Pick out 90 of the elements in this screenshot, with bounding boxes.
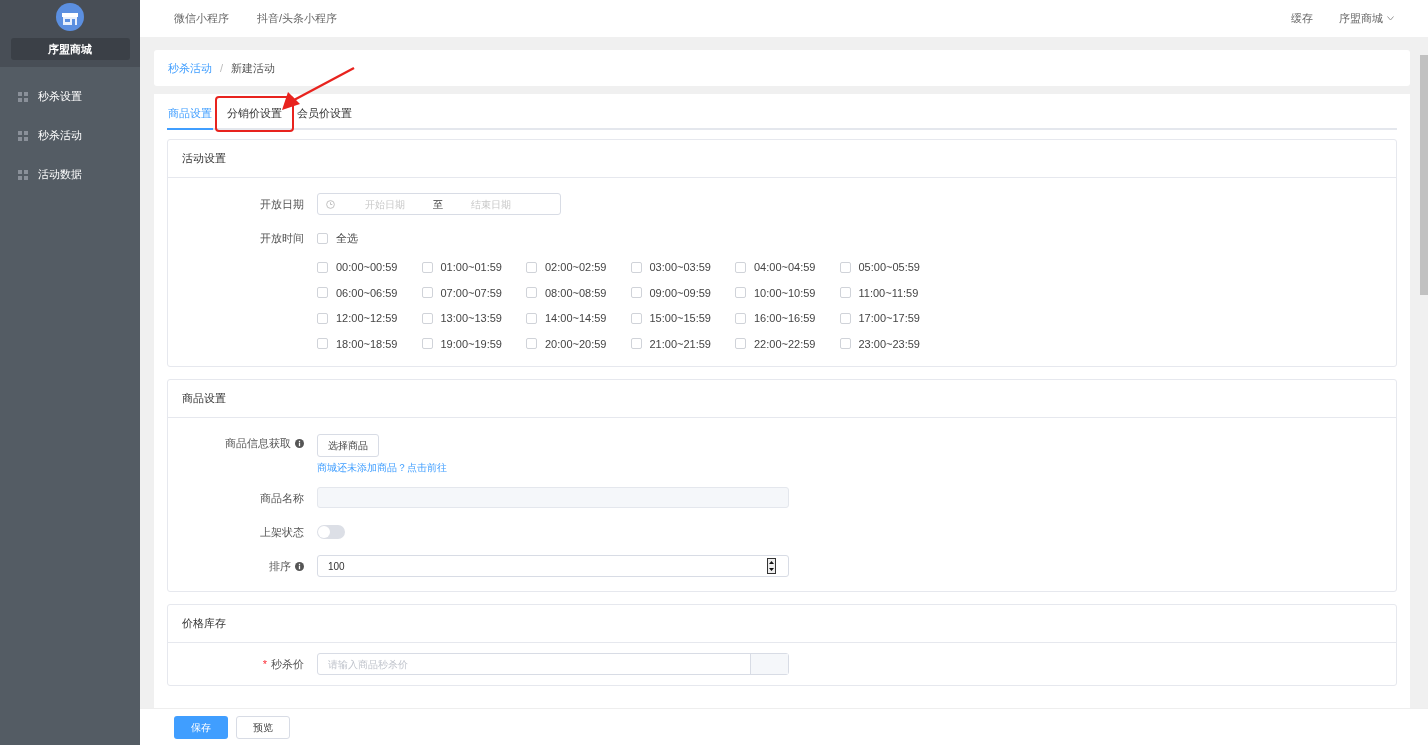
sort-value: 100 [328, 559, 345, 574]
checkbox[interactable] [526, 312, 537, 324]
sidebar-item[interactable]: 活动数据 [0, 155, 140, 194]
cache-link[interactable]: 缓存 [1291, 10, 1313, 27]
field-label: 商品名称 [260, 490, 304, 506]
checkbox[interactable] [317, 232, 328, 244]
checkbox[interactable] [317, 312, 328, 324]
checkbox-label: 21:00~21:59 [649, 336, 711, 352]
tab[interactable]: 分销价设置 [217, 98, 292, 130]
checkbox-label: 23:00~23:59 [858, 336, 920, 352]
checkbox-label: 全选 [336, 230, 358, 246]
store-logo-icon [56, 3, 84, 31]
section-title: 活动设置 [182, 151, 226, 167]
checkbox[interactable] [421, 287, 433, 299]
info-icon [295, 438, 304, 448]
status-switch[interactable] [317, 525, 345, 539]
checkbox[interactable] [317, 261, 328, 273]
sidebar-item[interactable]: 秒杀设置 [0, 77, 140, 116]
checkbox[interactable] [839, 338, 851, 350]
account-menu[interactable]: 序盟商城 [1339, 10, 1394, 27]
section-title: 商品设置 [182, 391, 226, 407]
goods-name-field[interactable] [317, 487, 789, 508]
section-title: 价格库存 [182, 616, 226, 632]
checkbox[interactable] [630, 338, 642, 350]
breadcrumb-separator: / [220, 60, 224, 76]
checkbox[interactable] [630, 261, 642, 273]
checkbox[interactable] [317, 287, 328, 299]
checkbox[interactable] [421, 312, 433, 324]
checkbox-label: 03:00~03:59 [649, 260, 711, 275]
checkbox[interactable] [421, 338, 433, 350]
checkbox-label: 01:00~01:59 [440, 260, 502, 275]
checkbox[interactable] [526, 261, 537, 273]
checkbox-label: 06:00~06:59 [336, 285, 398, 301]
checkbox[interactable] [735, 261, 746, 273]
checkbox-label: 09:00~09:59 [649, 285, 711, 301]
caret-icon [1387, 16, 1394, 21]
grid-icon [18, 130, 28, 141]
checkbox-label: 22:00~22:59 [754, 336, 816, 352]
spinner-icon[interactable] [767, 558, 776, 574]
checkbox-label: 12:00~12:59 [336, 311, 398, 326]
checkbox[interactable] [526, 287, 537, 299]
field-label: 秒杀价 [271, 656, 304, 672]
checkbox[interactable] [839, 312, 851, 324]
sidebar-item[interactable]: 秒杀活动 [0, 116, 140, 155]
field-label: 上架状态 [260, 524, 304, 540]
checkbox[interactable] [421, 261, 433, 273]
checkbox-label: 17:00~17:59 [858, 311, 920, 326]
checkbox-label: 20:00~20:59 [545, 336, 607, 352]
checkbox-label: 11:00~11:59 [858, 285, 919, 301]
checkbox-label: 02:00~02:59 [545, 260, 607, 275]
checkbox[interactable] [735, 287, 746, 299]
grid-icon [18, 169, 28, 180]
top-nav-link[interactable]: 抖音/头条小程序 [257, 10, 338, 27]
checkbox[interactable] [735, 312, 746, 324]
preview-button[interactable]: 预览 [236, 715, 290, 739]
checkbox-label: 18:00~18:59 [336, 336, 398, 352]
field-label: 开放时间 [260, 230, 304, 246]
checkbox[interactable] [630, 312, 642, 324]
checkbox[interactable] [839, 261, 851, 273]
checkbox-label: 15:00~15:59 [649, 311, 711, 326]
checkbox-label: 05:00~05:59 [858, 260, 920, 275]
top-nav-link[interactable]: 微信小程序 [174, 10, 229, 27]
checkbox-label: 19:00~19:59 [440, 336, 502, 352]
checkbox[interactable] [839, 287, 851, 299]
checkbox[interactable] [735, 338, 746, 350]
field-label: 排序 [269, 558, 291, 574]
checkbox-label: 10:00~10:59 [754, 285, 816, 301]
range-separator: 至 [433, 197, 443, 212]
goods-hint: 商城还未添加商品？点击前往 [317, 461, 448, 475]
shop-name: 序盟商城 [10, 38, 130, 60]
checkbox[interactable] [526, 338, 537, 350]
sort-field[interactable]: 100 [317, 555, 789, 577]
checkbox-label: 14:00~14:59 [545, 311, 607, 326]
breadcrumb-current: 新建活动 [231, 60, 276, 76]
checkbox-label: 07:00~07:59 [440, 285, 502, 301]
checkbox-label: 00:00~00:59 [336, 260, 398, 275]
checkbox-label: 13:00~13:59 [440, 311, 502, 326]
field-label: 商品信息获取 [225, 435, 291, 451]
checkbox-label: 16:00~16:59 [754, 311, 816, 326]
required-mark: * [262, 656, 267, 672]
checkbox-label: 08:00~08:59 [545, 285, 607, 301]
field-label: 开放日期 [260, 196, 304, 212]
grid-icon [18, 91, 28, 102]
select-goods-button[interactable]: 选择商品 [317, 434, 379, 457]
tab[interactable]: 会员价设置 [296, 98, 353, 130]
checkbox[interactable] [630, 287, 642, 299]
checkbox[interactable] [317, 338, 328, 350]
clock-icon [326, 199, 335, 209]
info-icon [295, 561, 304, 571]
checkbox-label: 04:00~04:59 [754, 260, 816, 275]
